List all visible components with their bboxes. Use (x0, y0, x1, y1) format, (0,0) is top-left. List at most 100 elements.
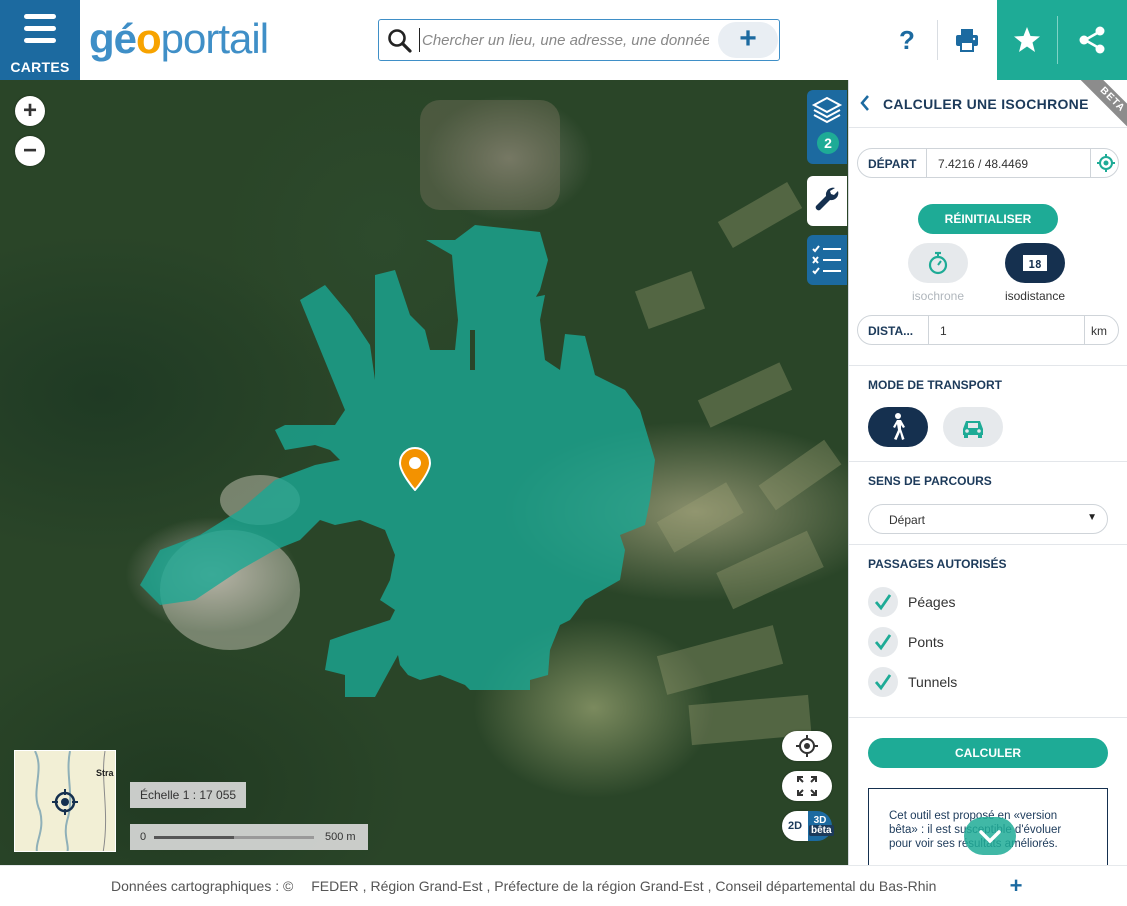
transport-mode-title: MODE DE TRANSPORT (868, 378, 1003, 392)
scale-line-segment (234, 836, 314, 839)
view-2d-button[interactable]: 2D (782, 811, 808, 841)
search-box: + (378, 19, 780, 61)
star-icon[interactable] (1007, 20, 1047, 60)
car-icon (963, 421, 983, 438)
section-divider (849, 544, 1127, 545)
credit-item[interactable]: FEDER (311, 878, 358, 894)
distance-input[interactable]: 1 (940, 324, 947, 338)
maps-menu-button[interactable]: CARTES (0, 0, 80, 80)
credit-item[interactable]: Région Grand-Est (370, 878, 482, 894)
print-button[interactable] (947, 20, 987, 60)
header-divider (1057, 16, 1058, 64)
start-point-value[interactable]: 7.4216 / 48.4469 (938, 157, 1028, 171)
isochrone-mode-label: isochrone (911, 289, 965, 303)
isochrone-mode-button[interactable] (908, 243, 968, 283)
credit-item[interactable]: Conseil départemental du Bas-Rhin (715, 878, 936, 894)
distance-label: DISTA... (868, 324, 914, 338)
hamburger-icon (24, 14, 56, 19)
field-divider (1090, 149, 1091, 177)
layers-tab[interactable]: 2 (807, 90, 847, 164)
field-divider (928, 316, 929, 344)
layers-count-badge: 2 (817, 132, 839, 154)
scale-text: Échelle 1 : 17 055 (130, 782, 247, 808)
advanced-search-plus-button[interactable]: + (718, 22, 778, 58)
isodistance-mode-label: isodistance (1004, 289, 1066, 303)
locate-point-icon[interactable] (1096, 153, 1116, 173)
search-icon[interactable] (387, 28, 413, 54)
hamburger-icon-bar (24, 38, 56, 43)
map-view[interactable]: + − 2 Stra Échelle 1: 17 055 0 500 m 2D… (0, 80, 848, 865)
direction-selected-value: Départ (889, 513, 926, 527)
pedestrian-icon (893, 413, 905, 440)
direction-select[interactable]: Départ ▼ (868, 504, 1108, 534)
panel-title: CALCULER UNE ISOCHRONE (883, 96, 1089, 112)
svg-text:18: 18 (1028, 258, 1041, 271)
overview-minimap[interactable]: Stra (14, 750, 116, 852)
section-divider (849, 717, 1127, 718)
passage-tolls-checkbox[interactable]: Péages (868, 587, 1068, 617)
car-mode-button[interactable] (943, 407, 1003, 447)
hamburger-icon-bar (24, 26, 56, 31)
checkmark-icon[interactable] (868, 667, 898, 697)
zoom-in-button[interactable]: + (15, 96, 45, 126)
passage-bridges-label: Ponts (908, 634, 944, 650)
logo-part-portail: portail (160, 15, 269, 62)
wrench-icon (815, 187, 839, 211)
legend-list-tab[interactable] (807, 235, 847, 285)
isodistance-mode-button[interactable]: 18 (1005, 243, 1065, 283)
passage-tolls-label: Péages (908, 594, 956, 610)
passage-tunnels-label: Tunnels (908, 674, 958, 690)
section-divider (849, 461, 1127, 462)
field-divider (926, 149, 927, 177)
fullscreen-icon (797, 776, 817, 796)
view-2d-3d-toggle[interactable]: 2D 3D bêta (782, 811, 834, 843)
favorites-share-area (997, 0, 1127, 80)
search-input[interactable] (419, 28, 709, 52)
geolocate-button[interactable] (782, 731, 832, 761)
reset-button[interactable]: RÉINITIALISER (918, 204, 1058, 234)
scroll-down-button[interactable] (964, 817, 1016, 855)
dropdown-arrow-icon: ▼ (1087, 512, 1097, 523)
map-credits: Données cartographiques : © FEDER, Régio… (111, 878, 937, 894)
start-point-label: DÉPART (868, 157, 917, 171)
minimap-drawing (34, 751, 107, 851)
scale-zero-label: 0 (140, 831, 147, 843)
distance-field[interactable]: DISTA... 1 km (857, 315, 1119, 345)
zoom-out-button[interactable]: − (15, 136, 45, 166)
start-point-field[interactable]: DÉPART 7.4216 / 48.4469 (857, 148, 1119, 178)
checkmark-icon[interactable] (868, 587, 898, 617)
scale-distance-label: 500 m (325, 831, 356, 843)
tools-tab[interactable] (807, 176, 847, 226)
more-credits-button[interactable]: + (1006, 872, 1026, 900)
walk-mode-button[interactable] (868, 407, 928, 447)
chevron-left-icon[interactable] (859, 94, 875, 114)
credits-intro: Données cartographiques : © (111, 878, 294, 894)
geoportail-logo[interactable]: géoportail (89, 14, 269, 64)
list-icon (812, 245, 841, 275)
help-button[interactable]: ? (887, 20, 927, 60)
passage-bridges-checkbox[interactable]: Ponts (868, 627, 1068, 657)
distance-counter-icon: 18 (1023, 255, 1047, 271)
panel-header: CALCULER UNE ISOCHRONE BETA (849, 80, 1127, 138)
credit-item[interactable]: Préfecture de la région Grand-Est (494, 878, 703, 894)
chevron-down-icon (979, 830, 1001, 844)
maps-menu-label: CARTES (10, 59, 70, 75)
view-3d-beta-badge: bêta (809, 825, 834, 836)
share-icon[interactable] (1072, 20, 1112, 60)
header-divider (937, 20, 938, 60)
crosshair-icon (796, 735, 818, 757)
header: CARTES géoportail + ? (0, 0, 1127, 80)
compute-button[interactable]: CALCULER (868, 738, 1108, 768)
fullscreen-button[interactable] (782, 771, 832, 801)
passage-tunnels-checkbox[interactable]: Tunnels (868, 667, 1068, 697)
logo-part-o: o (136, 15, 162, 62)
printer-icon (956, 29, 978, 52)
location-pin-icon[interactable] (398, 447, 432, 491)
checkmark-icon[interactable] (868, 627, 898, 657)
distance-unit: km (1091, 324, 1107, 338)
footer: Données cartographiques : © FEDER, Régio… (0, 865, 1127, 906)
direction-title: SENS DE PARCOURS (868, 474, 992, 488)
stopwatch-icon (928, 251, 948, 275)
field-divider (1084, 316, 1085, 344)
section-divider (849, 365, 1127, 366)
